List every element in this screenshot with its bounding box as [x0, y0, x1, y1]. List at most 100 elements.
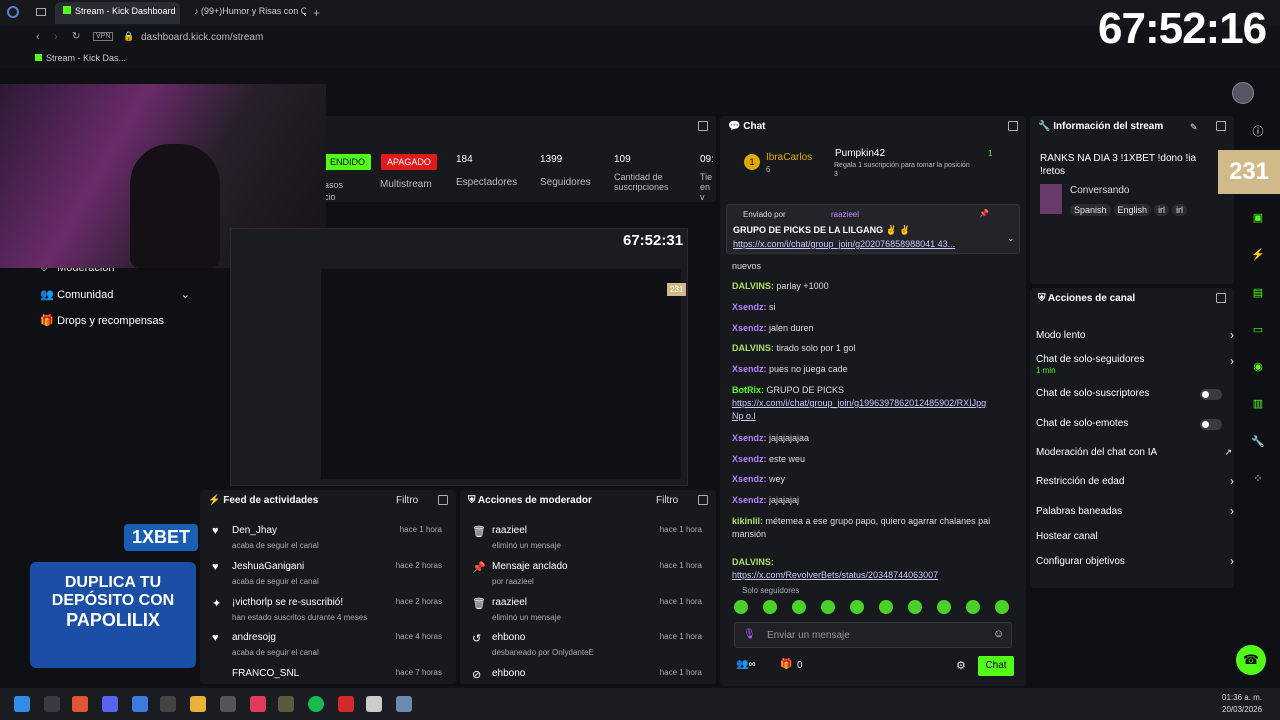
- action-emotes-only[interactable]: Chat de solo-emotes: [1036, 418, 1226, 429]
- gamepad-icon[interactable]: [220, 696, 236, 712]
- start-icon[interactable]: [14, 696, 30, 712]
- chat-username[interactable]: Xsendz:: [732, 495, 767, 505]
- clock-time[interactable]: 01:36 a. m.: [1222, 693, 1262, 702]
- users-icon[interactable]: ⁘: [1248, 469, 1268, 489]
- pinned-link[interactable]: https://x.com/i/chat/group_join/g2020768…: [733, 239, 999, 249]
- filter-button[interactable]: Filtro: [656, 495, 678, 506]
- pinned-user[interactable]: raazieel: [831, 210, 859, 219]
- emotes-only-toggle[interactable]: [1200, 419, 1222, 430]
- reload-icon[interactable]: ↻: [72, 31, 80, 42]
- expand-icon[interactable]: [1216, 121, 1226, 131]
- wrench-icon[interactable]: 🔧: [1248, 432, 1268, 452]
- app-icon[interactable]: [278, 696, 294, 712]
- forward-icon[interactable]: ›: [54, 31, 58, 43]
- feed-name[interactable]: Den_Jhay: [232, 525, 277, 536]
- spotify-icon[interactable]: [308, 696, 324, 712]
- chat-username[interactable]: DALVINS:: [732, 281, 774, 291]
- feed-name[interactable]: andresojg: [232, 632, 276, 643]
- chat-username[interactable]: DALVINS:: [732, 343, 774, 353]
- mod-name[interactable]: Mensaje anclado: [492, 561, 568, 572]
- chat-link[interactable]: https://x.com/RevolverBets/status/203487…: [732, 569, 992, 582]
- action-ai-moderation[interactable]: Moderación del chat con IA ↗: [1036, 447, 1232, 458]
- avatar[interactable]: [1232, 82, 1254, 104]
- mod-name[interactable]: ehbono: [492, 632, 525, 643]
- tag[interactable]: irl: [1154, 204, 1170, 216]
- chat-username[interactable]: Xsendz:: [732, 474, 767, 484]
- action-host-channel[interactable]: Hostear canal: [1036, 531, 1226, 542]
- support-button[interactable]: ☎: [1236, 645, 1266, 675]
- emote-icon[interactable]: [966, 600, 980, 614]
- emoji-icon[interactable]: ☺: [993, 628, 1004, 640]
- expand-icon[interactable]: [1216, 293, 1226, 303]
- back-icon[interactable]: ‹: [36, 31, 40, 43]
- chevron-down-icon[interactable]: ⌄: [1007, 233, 1015, 244]
- layout-icon[interactable]: ▥: [1248, 394, 1268, 414]
- tab-kick-dashboard[interactable]: Stream - Kick Dashboard: [55, 2, 180, 24]
- info-icon[interactable]: ⓘ: [1248, 122, 1268, 142]
- scan-icon[interactable]: ▣: [1248, 208, 1268, 228]
- feed-name[interactable]: JeshuaGanigani: [232, 561, 304, 572]
- nav-item-comunidad[interactable]: 👥 Comunidad ⌄: [40, 288, 190, 301]
- action-banned-words[interactable]: Palabras baneadas ›: [1036, 504, 1234, 518]
- nav-item-drops[interactable]: 🎁 Drops y recompensas: [40, 314, 200, 327]
- expand-icon[interactable]: [438, 495, 448, 505]
- chat-username[interactable]: kikinlil:: [732, 516, 763, 526]
- subs-only-toggle[interactable]: [1200, 389, 1222, 400]
- tag[interactable]: English: [1113, 204, 1152, 216]
- pin-icon[interactable]: 📌: [979, 209, 989, 218]
- category-name[interactable]: Conversando: [1070, 185, 1129, 196]
- expand-icon[interactable]: [698, 495, 708, 505]
- feed-name[interactable]: FRANCO_SNL: [232, 668, 299, 679]
- action-goals[interactable]: Configurar objetivos ›: [1036, 554, 1234, 568]
- app-red-icon[interactable]: [338, 696, 354, 712]
- chat-inbox-icon[interactable]: 🎁: [780, 659, 792, 670]
- settings-icon[interactable]: [396, 696, 412, 712]
- top-gifter-name[interactable]: IbraCarlos: [766, 152, 812, 163]
- chat-username[interactable]: DALVINS:: [732, 557, 774, 567]
- action-age-restriction[interactable]: Restricción de edad ›: [1036, 474, 1234, 488]
- mod-name[interactable]: ehbono: [492, 668, 525, 679]
- brave-icon[interactable]: [72, 696, 88, 712]
- emote-icon[interactable]: [763, 600, 777, 614]
- document-icon[interactable]: ▤: [1248, 283, 1268, 303]
- tab-tiktok[interactable]: ♪ (99+)Humor y Risas con Q...: [186, 2, 306, 24]
- new-tab-button[interactable]: +: [313, 6, 320, 20]
- emote-icon[interactable]: [908, 600, 922, 614]
- folder-icon[interactable]: [190, 696, 206, 712]
- browser-logo-icon[interactable]: [7, 6, 19, 18]
- emote-icon[interactable]: [937, 600, 951, 614]
- discord-icon[interactable]: [102, 696, 118, 712]
- chat-username[interactable]: Xsendz:: [732, 454, 767, 464]
- chat-input[interactable]: 🎙 Enviar un mensaje ☺: [734, 622, 1012, 648]
- tag[interactable]: irl: [1172, 204, 1188, 216]
- chat-username[interactable]: BotRix:: [732, 385, 764, 395]
- gear-icon[interactable]: ⚙: [956, 659, 966, 672]
- url-field[interactable]: dashboard.kick.com/stream: [141, 32, 263, 43]
- expand-icon[interactable]: [1008, 121, 1018, 131]
- action-subs-only[interactable]: Chat de solo-suscriptores: [1036, 388, 1226, 399]
- expand-icon[interactable]: [698, 121, 708, 131]
- chat-bubble-icon[interactable]: ▭: [1248, 320, 1268, 340]
- chat-users-icon[interactable]: 👥∞: [736, 659, 756, 670]
- mod-name[interactable]: raazieel: [492, 597, 527, 608]
- mic-icon[interactable]: 🎙: [743, 629, 756, 640]
- gift-user[interactable]: Pumpkin42: [835, 148, 885, 159]
- action-slow-mode[interactable]: Modo lento ›: [1036, 328, 1234, 342]
- feed-name[interactable]: ¡victhorlp se re-suscribió!: [232, 597, 343, 608]
- tag[interactable]: Spanish: [1070, 204, 1111, 216]
- chat-username[interactable]: Xsendz:: [732, 433, 767, 443]
- bookmark-stream[interactable]: Stream - Kick Das...: [35, 53, 126, 63]
- bolt-icon[interactable]: ⚡: [1248, 245, 1268, 265]
- broadcast-icon[interactable]: ◉: [1248, 357, 1268, 377]
- chat-username[interactable]: Xsendz:: [732, 364, 767, 374]
- emote-icon[interactable]: [821, 600, 835, 614]
- edit-icon[interactable]: ✎: [1190, 122, 1198, 133]
- chat-username[interactable]: Xsendz:: [732, 323, 767, 333]
- mod-name[interactable]: raazieel: [492, 525, 527, 536]
- chat-username[interactable]: Xsendz:: [732, 302, 767, 312]
- tab-list-icon[interactable]: [36, 8, 46, 16]
- emote-icon[interactable]: [734, 600, 748, 614]
- filter-button[interactable]: Filtro: [396, 495, 418, 506]
- send-chat-button[interactable]: Chat: [978, 656, 1014, 676]
- search-icon[interactable]: [44, 696, 60, 712]
